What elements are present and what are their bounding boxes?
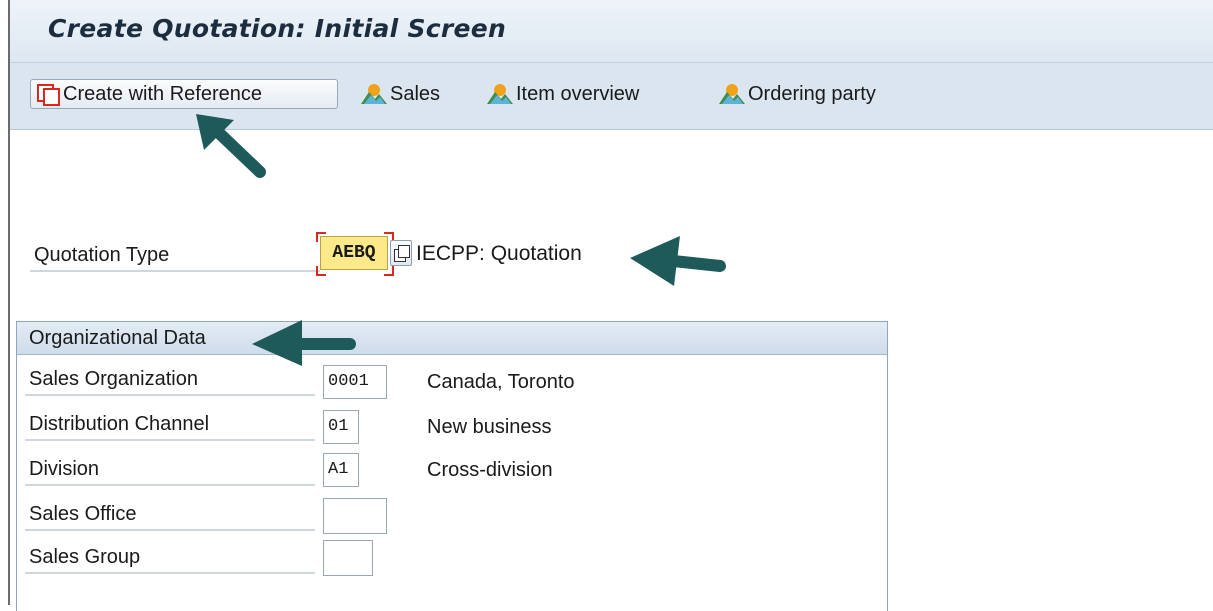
focus-corner xyxy=(384,266,394,276)
organizational-data-heading: Organizational Data xyxy=(17,322,887,355)
annotation-arrow xyxy=(630,236,726,286)
division-input[interactable]: A1 xyxy=(323,453,359,487)
sales-office-input[interactable] xyxy=(323,498,387,534)
mountain-icon xyxy=(719,84,745,104)
focus-corner xyxy=(316,266,326,276)
sales-organization-description: Canada, Toronto xyxy=(427,371,575,393)
annotation-arrow xyxy=(196,114,266,178)
item-overview-label: Item overview xyxy=(516,82,640,105)
division-description: Cross-division xyxy=(427,459,553,481)
sales-group-input[interactable] xyxy=(323,540,373,576)
annotation-arrow xyxy=(252,320,356,366)
main-content: Quotation Type AEBQ IECPP: Quotation Org… xyxy=(10,130,1213,611)
organizational-data-group: Organizational Data Sales Organization 0… xyxy=(16,321,888,611)
page-title: Create Quotation: Initial Screen xyxy=(48,14,507,43)
reference-icon xyxy=(37,84,60,106)
title-bar: Create Quotation: Initial Screen xyxy=(10,0,1213,63)
sales-group-label: Sales Group xyxy=(25,540,315,574)
distribution-channel-label: Distribution Channel xyxy=(25,407,315,441)
focus-corner xyxy=(316,232,326,242)
mountain-icon xyxy=(361,84,387,104)
create-with-reference-button[interactable]: Create with Reference xyxy=(30,79,338,109)
ordering-party-button[interactable]: Ordering party xyxy=(718,79,876,109)
ordering-party-label: Ordering party xyxy=(748,82,876,105)
distribution-channel-description: New business xyxy=(427,416,552,438)
mountain-icon xyxy=(487,84,513,104)
quotation-type-description: IECPP: Quotation xyxy=(416,242,582,265)
quotation-type-label: Quotation Type xyxy=(30,238,320,272)
quotation-type-input[interactable]: AEBQ xyxy=(320,236,388,270)
matchcode-icon[interactable] xyxy=(390,240,412,266)
distribution-channel-input[interactable]: 01 xyxy=(323,410,359,444)
sales-office-label: Sales Office xyxy=(25,497,315,531)
sales-organization-input[interactable]: 0001 xyxy=(323,365,387,399)
create-with-reference-label: Create with Reference xyxy=(63,82,262,105)
sales-button[interactable]: Sales xyxy=(360,79,440,109)
item-overview-button[interactable]: Item overview xyxy=(486,79,639,109)
division-label: Division xyxy=(25,452,315,486)
sales-label: Sales xyxy=(390,82,441,105)
